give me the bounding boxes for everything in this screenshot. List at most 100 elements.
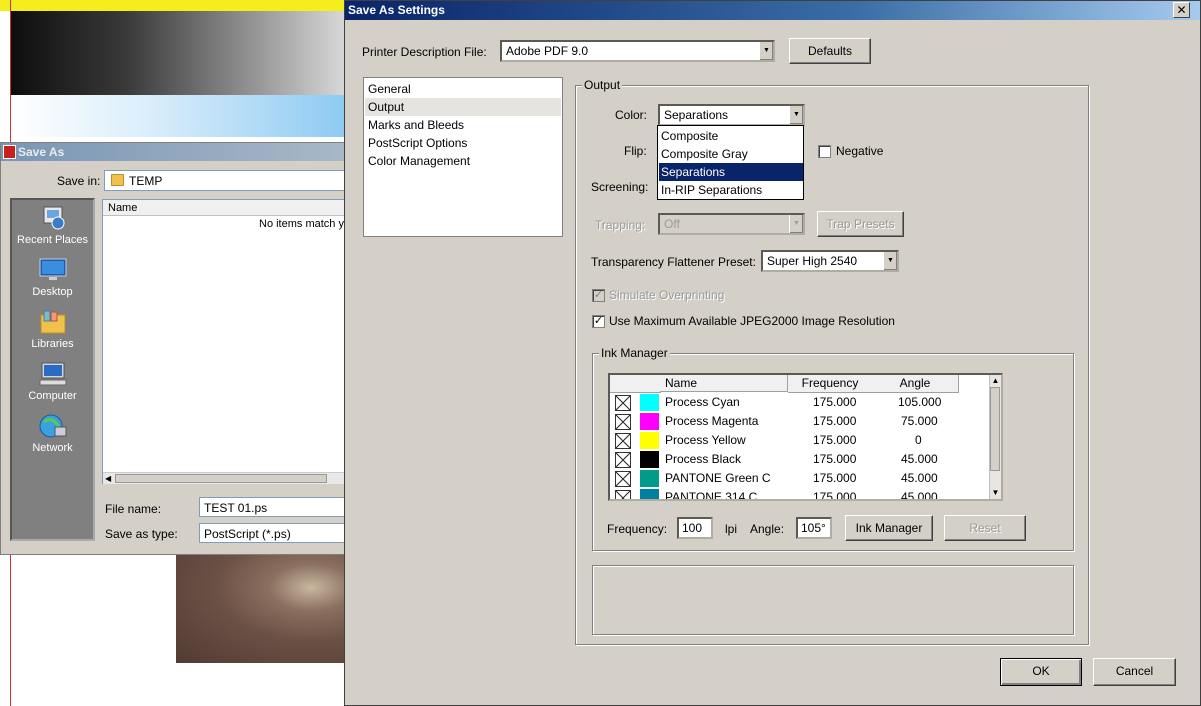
use-max-jpeg2000-checkbox[interactable]: ✓ xyxy=(592,315,605,328)
ink-col-swatch[interactable] xyxy=(638,375,661,393)
column-header-name[interactable]: Name xyxy=(103,200,353,216)
ink-col-name[interactable]: Name xyxy=(660,375,788,392)
ink-name: Process Cyan xyxy=(665,395,740,409)
ink-name: PANTONE Green C xyxy=(665,471,771,485)
place-recent-places[interactable]: Recent Places xyxy=(12,205,93,246)
category-list: General Output Marks and Bleeds PostScri… xyxy=(363,77,563,237)
color-option-composite[interactable]: Composite xyxy=(659,127,803,145)
save-in-combobox[interactable]: TEMP xyxy=(104,170,354,191)
ink-row-pantone-314-c[interactable]: PANTONE 314 C 175.000 45.000 xyxy=(610,488,991,499)
ink-frequency: 175.000 xyxy=(813,395,857,409)
scroll-thumb[interactable] xyxy=(990,387,1000,471)
color-option-composite-gray[interactable]: Composite Gray xyxy=(659,145,803,163)
place-libraries[interactable]: Libraries xyxy=(12,309,93,350)
category-marks-and-bleeds[interactable]: Marks and Bleeds xyxy=(365,116,561,134)
trap-presets-button[interactable]: Trap Presets xyxy=(817,211,904,237)
use-max-jpeg2000-label: Use Maximum Available JPEG2000 Image Res… xyxy=(609,314,895,328)
reset-button[interactable]: Reset xyxy=(944,515,1026,541)
scroll-left-icon[interactable]: ◀ xyxy=(105,474,111,483)
ok-button[interactable]: OK xyxy=(1000,658,1082,686)
scroll-up-icon[interactable]: ▲ xyxy=(990,375,1001,386)
place-desktop[interactable]: Desktop xyxy=(12,257,93,298)
ink-print-toggle[interactable] xyxy=(615,471,631,487)
save-in-value: TEMP xyxy=(129,174,163,188)
simulate-overprinting-label: Simulate Overprinting xyxy=(609,288,725,302)
chevron-down-icon: ▼ xyxy=(789,106,803,124)
ink-frequency: 175.000 xyxy=(813,433,857,447)
angle-label: Angle: xyxy=(750,522,785,536)
network-icon xyxy=(39,414,66,438)
libraries-icon xyxy=(40,310,65,334)
screening-label: Screening: xyxy=(591,180,649,194)
ink-row-pantone-green-c[interactable]: PANTONE Green C 175.000 45.000 xyxy=(610,469,991,488)
ink-print-toggle[interactable] xyxy=(615,452,631,468)
ink-angle: 0 xyxy=(915,433,922,447)
ink-manager-group-label: Ink Manager xyxy=(599,346,670,360)
folder-icon xyxy=(111,174,124,186)
printer-description-label: Printer Description File: xyxy=(362,45,487,59)
document-background-yellow xyxy=(0,0,345,11)
save-as-titlebar[interactable]: Save As xyxy=(1,143,346,161)
save-as-type-select[interactable]: PostScript (*.ps) xyxy=(199,523,354,543)
ink-angle: 105.000 xyxy=(898,395,942,409)
settings-titlebar[interactable]: Save As Settings xyxy=(345,1,1200,20)
close-button[interactable]: ✕ xyxy=(1173,2,1190,18)
color-option-separations[interactable]: Separations xyxy=(659,163,803,181)
ink-print-toggle[interactable] xyxy=(615,433,631,449)
color-select[interactable]: Separations ▼ xyxy=(658,104,805,126)
ink-swatch xyxy=(640,432,659,449)
ink-row-process-black[interactable]: Process Black 175.000 45.000 xyxy=(610,450,991,469)
desktop-icon xyxy=(39,258,66,280)
output-group-label: Output xyxy=(582,78,623,92)
place-network[interactable]: Network xyxy=(12,413,93,454)
trapping-select[interactable]: Off ▼ xyxy=(658,213,805,235)
place-computer[interactable]: Computer xyxy=(12,361,93,402)
ink-row-process-cyan[interactable]: Process Cyan 175.000 105.000 xyxy=(610,393,991,412)
ink-row-process-magenta[interactable]: Process Magenta 175.000 75.000 xyxy=(610,412,991,431)
file-name-input[interactable]: TEST 01.ps xyxy=(199,497,354,517)
scroll-down-icon[interactable]: ▼ xyxy=(990,487,1001,498)
negative-checkbox[interactable] xyxy=(818,145,831,158)
flattener-preset-select[interactable]: Super High 2540 ▼ xyxy=(761,250,899,272)
ink-name: Process Black xyxy=(665,452,742,466)
ink-manager-button[interactable]: Ink Manager xyxy=(845,515,933,541)
negative-label: Negative xyxy=(836,144,884,158)
file-name-label: File name: xyxy=(105,502,162,516)
category-output[interactable]: Output xyxy=(365,98,561,116)
printer-description-select[interactable]: Adobe PDF 9.0 ▼ xyxy=(500,40,775,62)
ink-col-angle[interactable]: Angle xyxy=(872,375,959,393)
document-photo xyxy=(176,555,345,663)
file-list[interactable]: Name No items match yo ◀ xyxy=(102,199,353,484)
output-group: Output Color: Separations ▼ Flip: Negati… xyxy=(575,78,1089,645)
ink-table-vscrollbar[interactable]: ▲ ▼ xyxy=(989,375,1001,499)
trapping-label: Trapping: xyxy=(595,218,646,232)
color-option-in-rip-separations[interactable]: In-RIP Separations xyxy=(659,181,803,199)
lpi-label: lpi xyxy=(725,522,738,536)
cancel-button[interactable]: Cancel xyxy=(1093,658,1176,686)
angle-input[interactable]: 105° xyxy=(796,517,832,539)
ink-print-toggle[interactable] xyxy=(615,490,631,499)
ink-row-process-yellow[interactable]: Process Yellow 175.000 0 xyxy=(610,431,991,450)
category-color-management[interactable]: Color Management xyxy=(365,152,561,170)
category-postscript-options[interactable]: PostScript Options xyxy=(365,134,561,152)
save-in-label: Save in: xyxy=(57,174,101,188)
frequency-label: Frequency: xyxy=(607,522,668,536)
settings-title: Save As Settings xyxy=(348,3,445,17)
flip-label: Flip: xyxy=(624,144,647,158)
ink-angle: 75.000 xyxy=(901,414,938,428)
ink-print-toggle[interactable] xyxy=(615,414,631,430)
save-as-type-label: Save as type: xyxy=(105,527,178,541)
simulate-overprinting-checkbox[interactable]: ✓ xyxy=(592,289,605,302)
category-general[interactable]: General xyxy=(365,80,561,98)
scroll-thumb[interactable] xyxy=(115,474,327,483)
empty-list-message: No items match yo xyxy=(259,218,351,230)
save-as-title: Save As xyxy=(18,145,65,159)
ink-manager-group: Ink Manager Name Frequency Angle Process… xyxy=(592,346,1074,551)
ink-col-frequency[interactable]: Frequency xyxy=(788,375,873,393)
ink-print-toggle[interactable] xyxy=(615,395,631,411)
ink-col-print[interactable] xyxy=(610,375,639,393)
frequency-input[interactable]: 100 xyxy=(677,517,713,539)
file-list-hscrollbar[interactable]: ◀ xyxy=(103,472,351,484)
defaults-button[interactable]: Defaults xyxy=(789,38,871,64)
ink-swatch xyxy=(640,451,659,468)
